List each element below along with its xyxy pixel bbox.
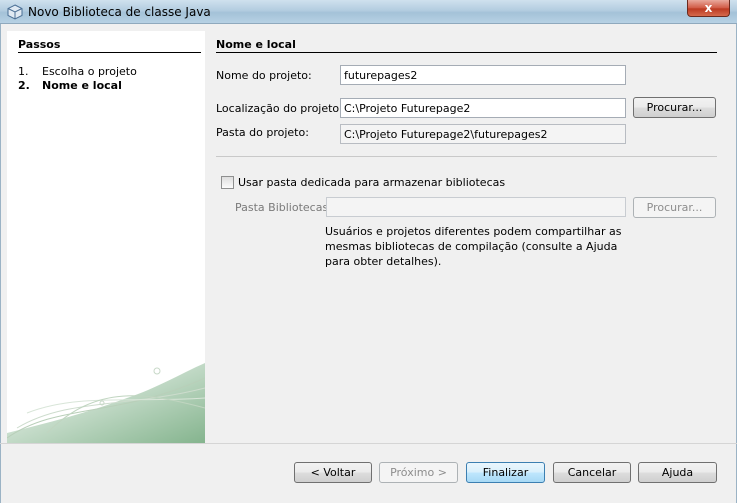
- steps-heading: Passos: [18, 38, 61, 51]
- next-button[interactable]: Próximo >: [379, 462, 458, 483]
- libraries-folder-input[interactable]: [326, 197, 626, 217]
- step-1-label: Escolha o projeto: [42, 65, 137, 78]
- dedicated-folder-checkbox[interactable]: [221, 176, 234, 189]
- step-2-label: Nome e local: [42, 79, 122, 92]
- help-button[interactable]: Ajuda: [638, 462, 717, 483]
- java-library-cube-icon: [7, 4, 23, 20]
- section-divider: [216, 52, 717, 53]
- location-label: Localização do projeto:: [216, 102, 343, 115]
- close-icon: x: [704, 1, 713, 15]
- project-folder-field: [340, 124, 626, 144]
- footer-divider: [0, 443, 737, 444]
- project-name-input[interactable]: [340, 65, 626, 85]
- libraries-folder-label: Pasta Bibliotecas:: [235, 201, 332, 214]
- browse-libraries-button[interactable]: Procurar...: [633, 197, 716, 218]
- close-button[interactable]: x: [687, 0, 730, 17]
- decorative-swirl-graphic: [7, 363, 205, 443]
- location-input[interactable]: [340, 98, 626, 118]
- separator: [216, 156, 717, 157]
- window-title: Novo Biblioteca de classe Java: [28, 5, 211, 19]
- project-name-label: Nome do projeto:: [216, 69, 312, 82]
- main-panel: Nome e local Nome do projeto: Localizaçã…: [205, 31, 730, 443]
- step-2-number: 2.: [18, 79, 30, 92]
- dedicated-folder-label[interactable]: Usar pasta dedicada para armazenar bibli…: [238, 176, 505, 189]
- help-text: Usuários e projetos diferentes podem com…: [325, 225, 622, 268]
- finish-button[interactable]: Finalizar: [466, 462, 545, 483]
- step-1: 1. Escolha o projeto: [18, 65, 137, 78]
- step-2: 2. Nome e local: [18, 79, 122, 92]
- steps-divider: [18, 52, 201, 53]
- steps-panel: Passos 1. Escolha o projeto 2. Nome e loca…: [7, 31, 205, 443]
- section-title: Nome e local: [216, 38, 296, 51]
- project-folder-label: Pasta do projeto:: [216, 126, 309, 139]
- step-1-number: 1.: [18, 65, 29, 78]
- browse-location-button[interactable]: Procurar...: [633, 97, 716, 118]
- title-bar: Novo Biblioteca de classe Java x: [0, 0, 737, 24]
- cancel-button[interactable]: Cancelar: [553, 462, 631, 483]
- back-button[interactable]: < Voltar: [294, 462, 372, 483]
